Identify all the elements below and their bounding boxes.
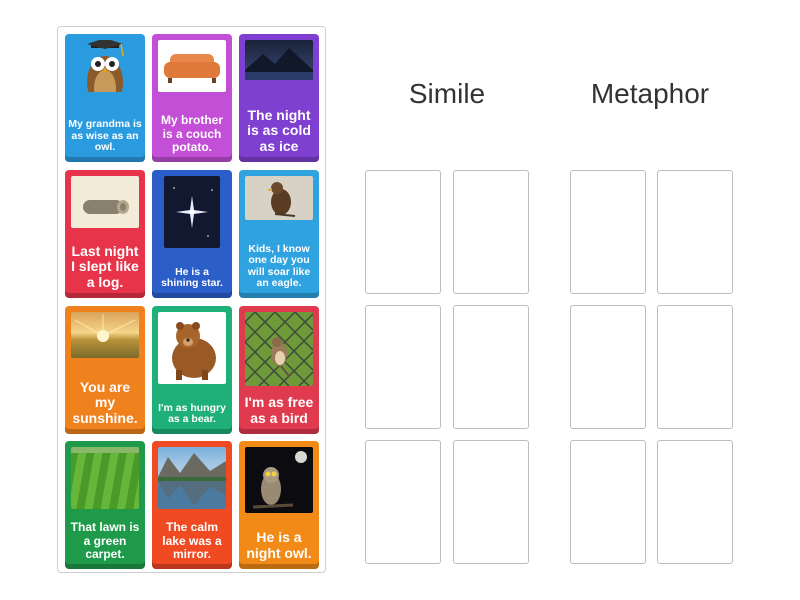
bear-icon: [158, 312, 226, 384]
card-8-text: I'm as hungry as a bear.: [158, 401, 226, 426]
simile-slot-4[interactable]: [453, 305, 529, 429]
card-7-text: You are my sunshine.: [72, 378, 138, 426]
sunset-icon: [71, 312, 139, 358]
simile-slot-1[interactable]: [365, 170, 441, 294]
simile-slot-2[interactable]: [453, 170, 529, 294]
card-2[interactable]: My brother is a couch potato.: [152, 34, 232, 162]
couch-icon: [158, 40, 226, 92]
card-6[interactable]: Kids, I know one day you will soar like …: [239, 170, 319, 298]
card-3[interactable]: The night is as cold as ice: [239, 34, 319, 162]
card-9-text: I'm as free as a bird: [244, 394, 314, 426]
star-icon: [164, 176, 220, 248]
card-12-text: He is a night owl.: [246, 529, 312, 561]
heading-simile: Simile: [408, 78, 486, 109]
metaphor-slot-2[interactable]: [657, 170, 733, 294]
card-5[interactable]: He is a shining star.: [152, 170, 232, 298]
card-12[interactable]: He is a night owl.: [239, 441, 319, 569]
night-mountain-icon: [245, 40, 313, 80]
metaphor-slot-4[interactable]: [657, 305, 733, 429]
graduate-owl-icon: [71, 40, 139, 92]
card-3-text: The night is as cold as ice: [247, 106, 311, 154]
card-2-text: My brother is a couch potato.: [160, 113, 223, 154]
card-8[interactable]: I'm as hungry as a bear.: [152, 306, 232, 434]
card-1[interactable]: My grandma is as wise as an owl.: [65, 34, 145, 162]
owl-moon-icon: [245, 447, 313, 513]
log-icon: [71, 176, 139, 228]
lake-icon: [158, 447, 226, 509]
metaphor-slot-5[interactable]: [570, 440, 646, 564]
metaphor-slot-1[interactable]: [570, 170, 646, 294]
card-4-text: Last night I slept like a log.: [71, 242, 139, 290]
card-1-text: My grandma is as wise as an owl.: [68, 118, 142, 154]
metaphor-slot-6[interactable]: [657, 440, 733, 564]
card-11-text: The calm lake was a mirror.: [162, 520, 222, 561]
card-7[interactable]: You are my sunshine.: [65, 306, 145, 434]
card-6-text: Kids, I know one day you will soar like …: [247, 242, 311, 290]
card-tray: My grandma is as wise as an owl. My brot…: [57, 26, 326, 573]
card-10-text: That lawn is a green carpet.: [70, 520, 140, 561]
heading-metaphor: Metaphor: [590, 78, 710, 109]
lawn-icon: [71, 447, 139, 509]
card-10[interactable]: That lawn is a green carpet.: [65, 441, 145, 569]
card-11[interactable]: The calm lake was a mirror.: [152, 441, 232, 569]
card-9[interactable]: I'm as free as a bird: [239, 306, 319, 434]
card-5-text: He is a shining star.: [161, 265, 223, 290]
simile-slot-6[interactable]: [453, 440, 529, 564]
simile-slot-5[interactable]: [365, 440, 441, 564]
eagle-icon: [245, 176, 313, 220]
card-4[interactable]: Last night I slept like a log.: [65, 170, 145, 298]
bird-fence-icon: [245, 312, 313, 386]
metaphor-slot-3[interactable]: [570, 305, 646, 429]
simile-slot-3[interactable]: [365, 305, 441, 429]
